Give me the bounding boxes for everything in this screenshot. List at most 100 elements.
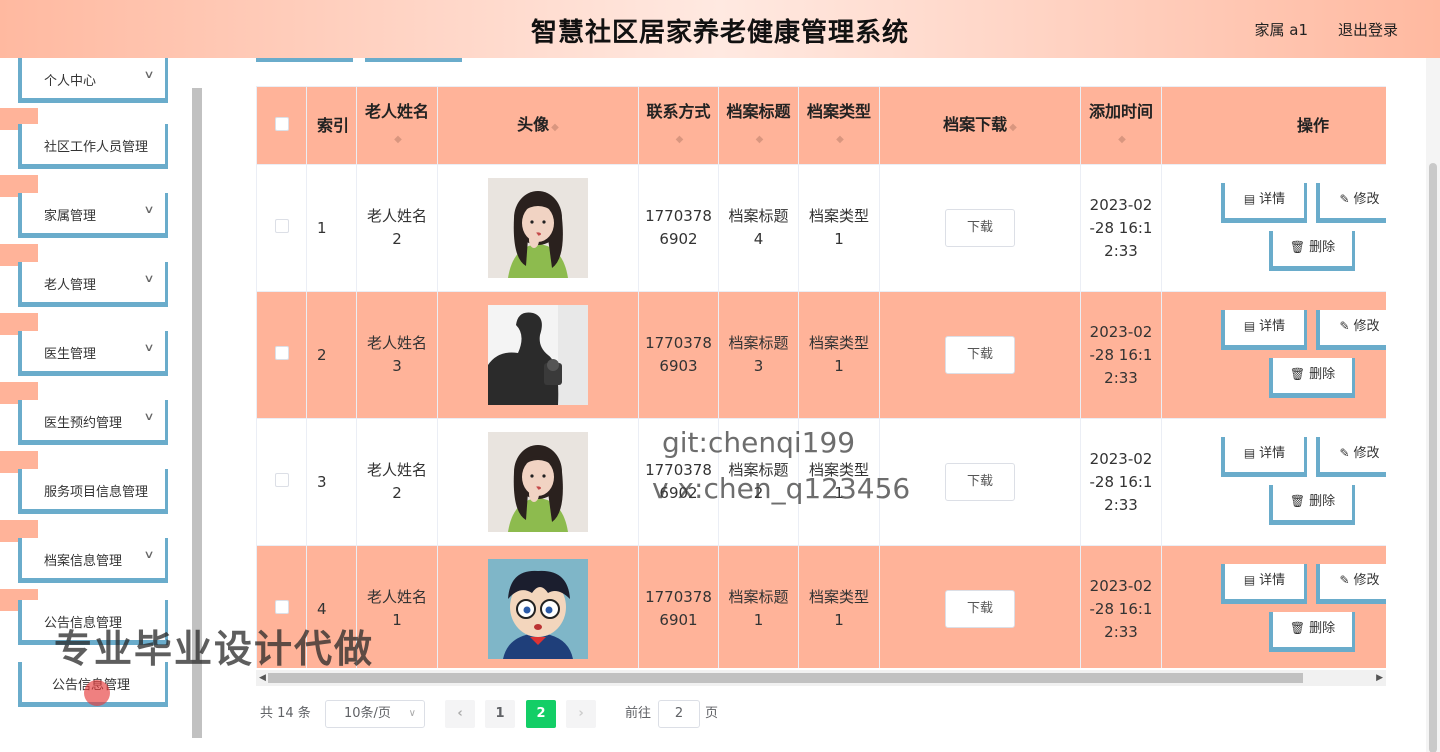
col-avatar-label: 头像: [517, 114, 550, 134]
chevron-down-icon: ∨: [143, 341, 155, 354]
edit-label: 修改: [1353, 573, 1380, 588]
row-checkbox[interactable]: [274, 345, 289, 360]
page-button-1[interactable]: 1: [485, 700, 515, 728]
select-all-cell[interactable]: [256, 86, 307, 165]
pencil-icon: ✎: [1339, 192, 1350, 206]
prev-page-button[interactable]: ‹: [445, 700, 475, 728]
edit-label: 修改: [1353, 446, 1380, 461]
page-scrollbar[interactable]: [1426, 58, 1440, 752]
row-avatar-cell: [437, 291, 639, 419]
next-page-button[interactable]: ›: [566, 700, 596, 728]
download-button[interactable]: 下载: [945, 209, 1015, 247]
top-header: 智慧社区居家养老健康管理系统 家属 a1 退出登录: [0, 0, 1440, 58]
detail-button[interactable]: ▤ 详情: [1221, 310, 1307, 350]
col-added[interactable]: 添加时间 ◆: [1080, 86, 1162, 165]
sort-icon[interactable]: ◆: [551, 122, 559, 133]
row-ops-cell: ▤ 详情 ✎ 修改 🗑 删除: [1161, 545, 1386, 668]
row-index: 1: [306, 164, 357, 292]
col-doc-type[interactable]: 档案类型 ◆: [798, 86, 880, 165]
sidebar-item-7[interactable]: 档案信息管理 ∨: [18, 538, 168, 583]
col-name[interactable]: 老人姓名 ◆: [356, 86, 438, 165]
row-ops-cell: ▤ 详情 ✎ 修改 🗑 删除: [1161, 164, 1386, 292]
sidebar-item-0[interactable]: 个人中心 ∨: [18, 58, 168, 103]
detail-button[interactable]: ▤ 详情: [1221, 437, 1307, 477]
sidebar-item-4[interactable]: 医生管理 ∨: [18, 331, 168, 376]
trash-icon: 🗑: [1289, 367, 1306, 381]
row-phone: 17703786901: [638, 545, 719, 668]
page-size-select[interactable]: 10条/页 ∨: [325, 700, 425, 728]
goto-page-input[interactable]: 2: [658, 700, 700, 728]
pencil-icon: ✎: [1339, 446, 1350, 460]
row-actions: ▤ 详情 ✎ 修改 🗑 删除: [1168, 165, 1386, 291]
chevron-down-icon: ∨: [143, 272, 155, 285]
select-all-checkbox[interactable]: [274, 117, 289, 131]
sort-icon[interactable]: ◆: [394, 134, 402, 145]
row-added: 2023-02-28 16:12:33: [1080, 164, 1162, 292]
col-doc-title[interactable]: 档案标题 ◆: [718, 86, 799, 165]
row-avatar-cell: [437, 164, 639, 292]
logout-link[interactable]: 退出登录: [1338, 19, 1398, 40]
archive-table: 索引 老人姓名◆ 头像 ◆ 联系方式◆ 档案标题◆ 档案类型◆ 档案下载 ◆ 添加时…: [256, 86, 1386, 668]
row-checkbox[interactable]: [274, 599, 289, 614]
goto-prefix: 前往: [625, 706, 652, 721]
detail-button[interactable]: ▤ 详情: [1221, 564, 1307, 604]
table-row: 4 老人姓名1 17703786901 档案标题1 档案类型1 下载 2023-02-28 …: [256, 545, 1386, 668]
document-icon: ▤: [1243, 192, 1256, 206]
edit-button[interactable]: ✎ 修改: [1316, 310, 1386, 350]
toolbar-button-edge[interactable]: [365, 58, 462, 62]
toolbar-button-edge[interactable]: [256, 58, 353, 62]
sort-icon[interactable]: ◆: [1009, 122, 1017, 133]
page-button-2[interactable]: 2: [526, 700, 556, 728]
pagination-total: 共 14 条: [260, 706, 311, 721]
table-scroll-thumb[interactable]: [268, 673, 1303, 683]
row-doc-type: 档案类型1: [798, 291, 880, 419]
sidebar-item-2[interactable]: 家属管理 ∨: [18, 193, 168, 238]
sidebar-item-label: 服务项目信息管理: [44, 485, 149, 500]
row-select-cell[interactable]: [256, 291, 307, 419]
detail-button[interactable]: ▤ 详情: [1221, 183, 1307, 223]
sort-icon[interactable]: ◆: [836, 134, 844, 145]
row-checkbox[interactable]: [274, 218, 289, 233]
row-name: 老人姓名2: [356, 164, 438, 292]
edit-button[interactable]: ✎ 修改: [1316, 564, 1386, 604]
detail-label: 详情: [1259, 573, 1286, 588]
scroll-right-arrow-icon[interactable]: ▶: [1376, 670, 1383, 686]
goto-suffix: 页: [705, 706, 719, 721]
download-button[interactable]: 下载: [945, 590, 1015, 628]
delete-button[interactable]: 🗑 删除: [1269, 358, 1355, 398]
row-doc-title: 档案标题1: [718, 545, 799, 668]
sort-icon[interactable]: ◆: [756, 134, 764, 145]
col-doc-download[interactable]: 档案下载 ◆: [879, 86, 1081, 165]
delete-button[interactable]: 🗑 删除: [1269, 485, 1355, 525]
edit-button[interactable]: ✎ 修改: [1316, 183, 1386, 223]
row-ops-cell: ▤ 详情 ✎ 修改 🗑 删除: [1161, 418, 1386, 546]
sidebar-item-label: 档案信息管理: [44, 554, 123, 569]
delete-button[interactable]: 🗑 删除: [1269, 231, 1355, 271]
sidebar-item-5[interactable]: 医生预约管理 ∨: [18, 400, 168, 445]
edit-label: 修改: [1353, 192, 1380, 207]
sidebar-item-label: 医生预约管理: [44, 416, 123, 431]
sort-icon[interactable]: ◆: [1118, 134, 1126, 145]
row-checkbox[interactable]: [274, 472, 289, 487]
trash-icon: 🗑: [1289, 240, 1306, 254]
watermark-promo: 专业毕业设计代做: [54, 627, 375, 671]
sidebar-item-1[interactable]: 社区工作人员管理: [18, 124, 168, 169]
row-select-cell[interactable]: [256, 418, 307, 546]
edit-button[interactable]: ✎ 修改: [1316, 437, 1386, 477]
table-horizontal-scrollbar[interactable]: ◀ ▶: [256, 670, 1386, 686]
col-avatar[interactable]: 头像 ◆: [437, 86, 639, 165]
row-download-cell: 下载: [879, 545, 1081, 668]
table-body: 1 老人姓名2 17703786902 档案标题4 档案类型1 下载 2023-02-28 …: [256, 164, 1386, 668]
download-button[interactable]: 下载: [945, 336, 1015, 374]
chevron-down-icon: ∨: [143, 68, 155, 81]
download-button[interactable]: 下载: [945, 463, 1015, 501]
sidebar-item-6[interactable]: 服务项目信息管理: [18, 469, 168, 514]
col-phone[interactable]: 联系方式 ◆: [638, 86, 719, 165]
page-scroll-thumb[interactable]: [1429, 163, 1437, 752]
delete-button[interactable]: 🗑 删除: [1269, 612, 1355, 652]
sidebar-item-3[interactable]: 老人管理 ∨: [18, 262, 168, 307]
row-phone: 17703786903: [638, 291, 719, 419]
row-actions: ▤ 详情 ✎ 修改 🗑 删除: [1168, 292, 1386, 418]
row-select-cell[interactable]: [256, 164, 307, 292]
sort-icon[interactable]: ◆: [676, 134, 684, 145]
